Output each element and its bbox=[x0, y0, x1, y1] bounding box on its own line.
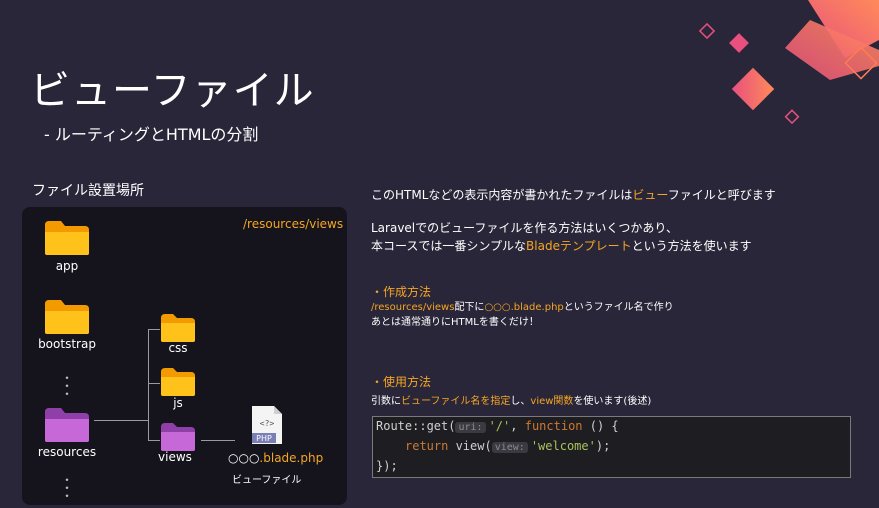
resources-folder-icon bbox=[45, 408, 89, 442]
tree-connector-h-main bbox=[94, 420, 148, 421]
bootstrap-folder-label: bootstrap bbox=[38, 337, 96, 351]
tree-connector-css bbox=[148, 329, 160, 330]
views-folder-label: views bbox=[158, 450, 192, 464]
create-text-line1: /resources/views配下に○○○.blade.phpというファイル名… bbox=[371, 302, 674, 313]
slide-title: ビューファイル bbox=[30, 68, 315, 114]
decorative-shapes bbox=[698, 0, 879, 125]
php-file-glyph: <?> bbox=[260, 419, 275, 428]
method-text-line1: Laravelでのビューファイルを作る方法はいくつかあり、 bbox=[371, 221, 678, 235]
intro-text: このHTMLなどの表示内容が書かれたファイルはビューファイルと呼びます bbox=[371, 188, 776, 202]
js-folder-label: js bbox=[173, 396, 183, 410]
tree-connector-file bbox=[201, 440, 235, 441]
app-folder-icon bbox=[45, 221, 89, 255]
blade-file-name: ○○○.blade.php bbox=[228, 451, 324, 465]
ellipsis-dots-upper: ・・・ bbox=[61, 371, 74, 401]
views-path-label: /resources/views bbox=[243, 217, 344, 231]
ellipsis-dots-lower: ・・・ bbox=[61, 473, 74, 503]
views-folder-icon bbox=[161, 423, 195, 451]
tree-connector-v bbox=[148, 329, 149, 440]
php-file-icon: <?> PHP bbox=[252, 406, 282, 444]
code-line-1: Route::get(uri: '/', function () { bbox=[376, 419, 619, 433]
method-text-line2: 本コースでは一番シンプルなBladeテンプレートという方法を使います bbox=[371, 239, 752, 253]
css-folder-label: css bbox=[168, 341, 188, 355]
js-folder-icon bbox=[161, 368, 195, 396]
use-heading: ・使用方法 bbox=[371, 375, 432, 389]
css-folder-icon bbox=[161, 314, 195, 342]
code-line-3: }); bbox=[376, 459, 398, 473]
app-folder-label: app bbox=[55, 259, 79, 273]
php-file-badge: PHP bbox=[256, 434, 272, 443]
blade-file-caption: ビューファイル bbox=[232, 475, 302, 486]
slide-subtitle: - ルーティングとHTMLの分割 bbox=[44, 125, 259, 144]
code-line-2: return view(view:'welcome'); bbox=[405, 439, 611, 453]
tree-connector-views bbox=[148, 440, 160, 441]
file-location-label: ファイル設置場所 bbox=[32, 183, 144, 199]
resources-folder-label: resources bbox=[37, 445, 97, 459]
create-text-line2: あとは通常通りにHTMLを書くだけ！ bbox=[371, 317, 539, 328]
bootstrap-folder-icon bbox=[45, 300, 89, 334]
create-heading: ・作成方法 bbox=[371, 285, 432, 299]
code-block: Route::get(uri: '/', function () { return… bbox=[372, 416, 851, 478]
use-text: 引数にビューファイル名を指定し、view関数を使います(後述) bbox=[371, 396, 652, 407]
tree-connector-js bbox=[148, 383, 160, 384]
